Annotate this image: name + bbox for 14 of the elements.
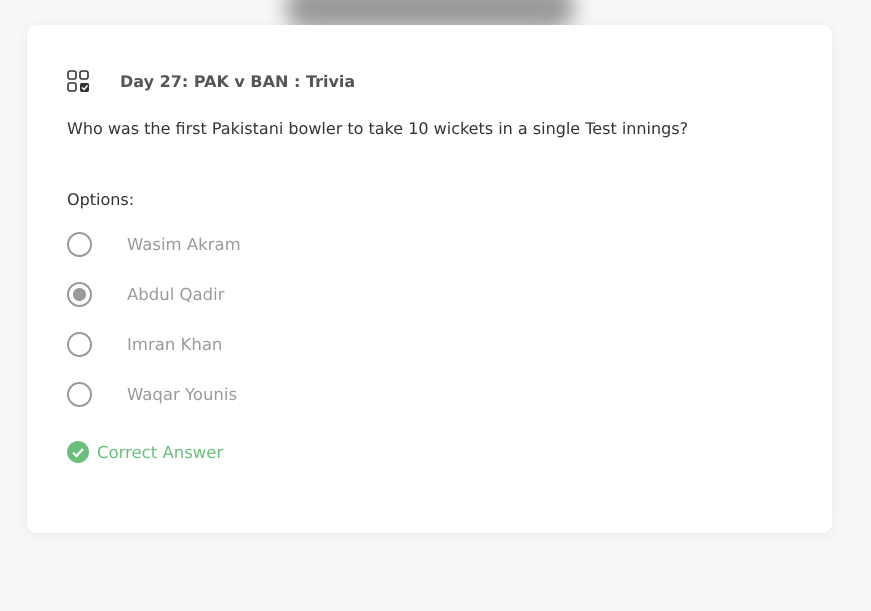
radio-button[interactable] bbox=[67, 382, 92, 406]
option-label: Wasim Akram bbox=[127, 234, 241, 254]
quiz-icon bbox=[67, 70, 90, 92]
option-label: Waqar Younis bbox=[127, 384, 238, 404]
radio-button[interactable] bbox=[67, 282, 92, 306]
radio-button[interactable] bbox=[67, 232, 92, 256]
radio-button[interactable] bbox=[67, 332, 92, 356]
option-label: Abdul Qadir bbox=[127, 284, 224, 304]
option-label: Imran Khan bbox=[127, 334, 222, 354]
quiz-title: Day 27: PAK v BAN : Trivia bbox=[120, 72, 356, 90]
question-text: Who was the first Pakistani bowler to take 10 wickets in a single Test innings? bbox=[67, 119, 690, 138]
options-heading: Options: bbox=[67, 190, 136, 209]
result-text: Correct Answer bbox=[97, 442, 224, 462]
check-circle-icon bbox=[67, 441, 89, 463]
